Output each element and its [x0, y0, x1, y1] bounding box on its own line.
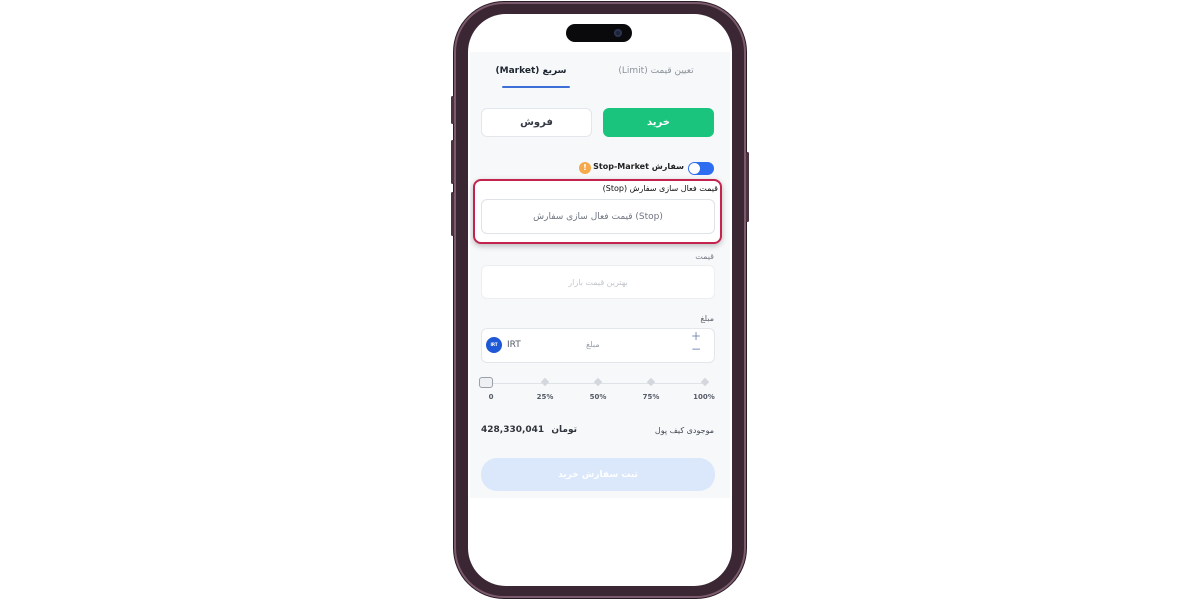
amount-placeholder: مبلغ [586, 340, 600, 349]
amount-stepper[interactable]: + − [689, 330, 703, 358]
wallet-balance-label: موجودی کیف پول [654, 426, 714, 435]
slider-thumb[interactable] [479, 377, 493, 388]
wallet-balance-unit: تومان [551, 425, 577, 435]
sell-button[interactable]: فروش [481, 108, 592, 137]
price-input[interactable]: بهترین قیمت بازار [481, 265, 715, 299]
buy-button[interactable]: خرید [603, 108, 714, 137]
stop-price-input[interactable]: (Stop) قیمت فعال سازی سفارش [481, 199, 715, 234]
wallet-balance-value: تومان 428,330,041 [481, 425, 577, 435]
tab-market[interactable]: سریع (Market) [492, 66, 570, 76]
phone-side-button [451, 140, 454, 184]
toggle-knob [689, 163, 700, 174]
phone-side-button [451, 192, 454, 236]
slider-step-75[interactable] [646, 377, 656, 387]
stop-price-label: قیمت فعال سازی سفارش (Stop) [602, 184, 718, 193]
slider-tick-100: 100% [693, 393, 715, 401]
currency-label: IRT [507, 340, 521, 350]
slider-tick-50: 50% [589, 393, 607, 401]
order-form: سریع (Market) تعیین قیمت (Limit) خرید فر… [470, 52, 730, 498]
minus-icon[interactable]: − [689, 343, 703, 356]
phone-side-button [451, 96, 454, 124]
amount-label: مبلغ [700, 314, 714, 323]
submit-buy-order-button[interactable]: ثبت سفارش خرید [481, 458, 715, 491]
stop-market-label: سفارش Stop-Market [593, 162, 684, 171]
slider-tick-75: 75% [642, 393, 660, 401]
irt-currency-icon: IRT [486, 337, 502, 353]
slider-step-25[interactable] [540, 377, 550, 387]
phone-side-button [746, 152, 749, 222]
slider-tick-25: 25% [536, 393, 554, 401]
active-tab-indicator [502, 86, 570, 88]
camera-icon [614, 29, 622, 37]
wallet-balance-amount: 428,330,041 [481, 425, 545, 435]
price-label: قیمت [695, 252, 714, 261]
slider-tick-0: 0 [488, 393, 494, 401]
slider-step-50[interactable] [593, 377, 603, 387]
tab-limit[interactable]: تعیین قیمت (Limit) [606, 66, 706, 76]
slider-step-100[interactable] [700, 377, 710, 387]
dynamic-island [566, 24, 632, 42]
info-icon[interactable]: ! [579, 162, 591, 174]
stop-market-toggle[interactable] [688, 162, 714, 175]
